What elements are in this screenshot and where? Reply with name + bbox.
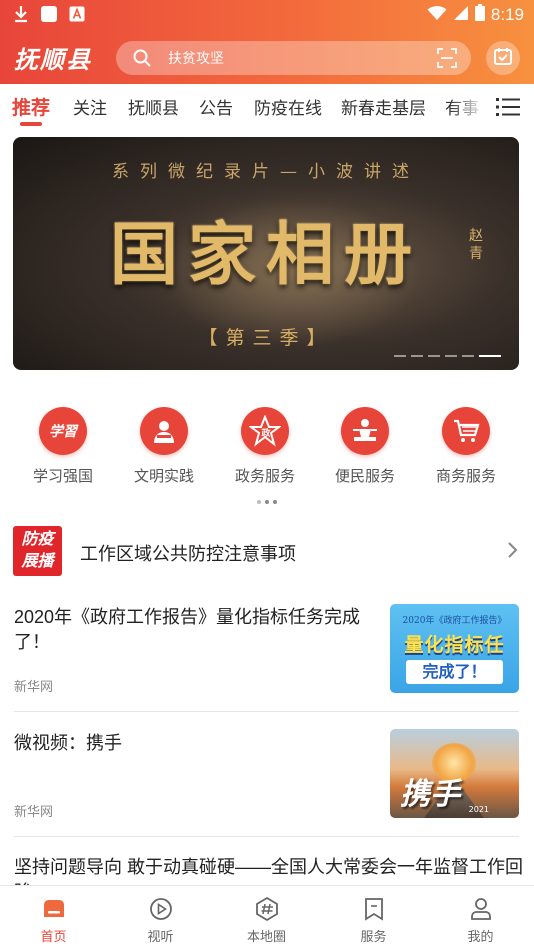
banner-subtitle: 系列微纪录片—小波讲述: [112, 162, 420, 182]
pager-dot-active: [265, 500, 269, 504]
service-label: 便民服务: [334, 468, 395, 485]
hashtag-icon: [254, 896, 280, 922]
pager-dot: [257, 500, 261, 504]
nav-local-circle[interactable]: 本地圈: [213, 896, 320, 945]
service-civilization[interactable]: 文明实践: [114, 400, 214, 486]
nav-label: 视听: [147, 929, 174, 944]
pager-dot-active: [273, 500, 277, 504]
calendar-check-icon: [493, 46, 513, 70]
tab-fade-overlay: [450, 84, 490, 132]
quick-services: 学習 学习强国 文明实践 政 政务服务 便民服务 商务服务: [0, 400, 534, 500]
banner-dot: [462, 355, 474, 357]
tab-recommend[interactable]: 推荐: [12, 93, 50, 120]
chevron-right-icon: [506, 540, 520, 560]
tab-follow[interactable]: 关注: [73, 94, 107, 119]
nav-label: 首页: [40, 929, 67, 944]
news-item[interactable]: 坚持问题导向 敢于动真碰硬——全国人大常委会一年监督工作回眸: [0, 855, 534, 885]
nav-label: 本地圈: [246, 929, 286, 944]
search-placeholder: 扶贫攻坚: [168, 51, 224, 67]
banner-dot: [445, 355, 457, 357]
app-notification-icon: [40, 5, 58, 23]
calendar-button[interactable]: [486, 41, 520, 75]
news-thumbnail: 2020年《政府工作报告》 量化指标任务 完成了！: [390, 604, 519, 693]
banner-dot: [428, 355, 440, 357]
service-label: 政务服务: [234, 468, 295, 485]
banner-dot-active: [479, 355, 501, 357]
battery-icon: [474, 4, 485, 25]
scan-icon[interactable]: [437, 48, 457, 68]
government-star-icon: 政: [241, 407, 289, 455]
news-item[interactable]: 微视频：携手 新华网 携手 2021: [0, 728, 534, 836]
banner-season: 【第三季】: [198, 327, 334, 349]
a-notification-icon: [68, 5, 86, 23]
news-title: 微视频：携手: [14, 733, 122, 753]
divider: [14, 836, 519, 837]
epidemic-notice-row[interactable]: 防疫 展播 工作区域公共防控注意事项: [0, 522, 534, 582]
thumb-caption-box: 完成了！: [406, 660, 503, 684]
banner-pager: [394, 355, 501, 357]
svg-text:政: 政: [261, 427, 271, 439]
play-icon: [148, 896, 174, 922]
home-icon: [41, 896, 67, 922]
news-item[interactable]: 2020年《政府工作报告》量化指标任务完成了！ 新华网 2020年《政府工作报告…: [0, 603, 534, 711]
banner-carousel[interactable]: 系列微纪录片—小波讲述 国家相册 【第三季】 赵青: [13, 137, 519, 370]
bottom-navigation: 首页 视听 本地圈 服务 我的: [0, 885, 534, 950]
channel-menu-icon[interactable]: [496, 96, 520, 118]
news-source: 新华网: [14, 679, 54, 694]
convenience-icon: [341, 407, 389, 455]
nav-label: 服务: [360, 929, 387, 944]
tab-spring-grassroots[interactable]: 新春走基层: [341, 94, 426, 119]
wifi-icon: [427, 5, 447, 25]
banner-title: 国家相册: [109, 215, 422, 295]
news-title: 2020年《政府工作报告》量化指标任务完成了！: [14, 607, 361, 652]
service-label: 商务服务: [435, 468, 496, 485]
signal-icon: [453, 5, 469, 25]
bookmark-icon: [361, 896, 387, 922]
service-commerce[interactable]: 商务服务: [416, 400, 516, 486]
status-bar: 8:19: [0, 0, 534, 28]
banner-dot: [394, 355, 406, 357]
xuexi-icon: 学習: [39, 407, 87, 455]
news-source: 新华网: [14, 804, 54, 819]
nav-home[interactable]: 首页: [0, 896, 107, 945]
notice-text: 工作区域公共防控注意事项: [80, 544, 296, 564]
nav-mine[interactable]: 我的: [427, 896, 534, 945]
banner-signature: 赵青: [469, 228, 483, 262]
search-bar[interactable]: 扶贫攻坚: [116, 41, 471, 75]
banner-dot: [411, 355, 423, 357]
nav-label: 我的: [467, 929, 494, 944]
badge-line1: 防疫: [21, 529, 54, 548]
nav-audiovisual[interactable]: 视听: [107, 896, 214, 945]
service-government[interactable]: 政 政务服务: [215, 400, 315, 486]
nav-services[interactable]: 服务: [320, 896, 427, 945]
search-icon: [132, 48, 152, 68]
service-convenience[interactable]: 便民服务: [315, 400, 415, 486]
tab-announcement[interactable]: 公告: [199, 94, 233, 119]
epidemic-broadcast-badge: 防疫 展播: [13, 526, 62, 576]
shopping-cart-icon: [442, 407, 490, 455]
civilization-icon: [140, 407, 188, 455]
tab-fushun-county[interactable]: 抚顺县: [128, 94, 179, 119]
download-icon: [12, 5, 30, 23]
news-title: 坚持问题导向 敢于动真碰硬——全国人大常委会一年监督工作回眸: [14, 857, 523, 885]
status-time: 8:19: [490, 4, 524, 24]
app-header: 8:19 抚顺县 扶贫攻坚: [0, 0, 534, 84]
news-thumbnail: 携手 2021: [390, 729, 519, 818]
thumb-caption-main: 携手: [400, 777, 460, 812]
user-icon: [468, 896, 494, 922]
services-pager: [0, 500, 534, 504]
svg-text:学習: 学習: [49, 423, 79, 440]
badge-line2: 展播: [21, 551, 54, 570]
channel-tabs: 推荐 关注 抚顺县 公告 防疫在线 新春走基层 有事: [0, 84, 534, 132]
tab-epidemic-online[interactable]: 防疫在线: [254, 94, 322, 119]
thumb-caption-year: 2021: [468, 805, 489, 814]
app-logo: 抚顺县: [14, 45, 92, 74]
service-label: 文明实践: [133, 468, 194, 485]
thumb-caption-top: 2020年《政府工作报告》: [402, 616, 507, 626]
active-tab-indicator: [20, 122, 42, 126]
service-label: 学习强国: [32, 468, 93, 485]
service-xuexi[interactable]: 学習 学习强国: [13, 400, 113, 486]
divider: [14, 711, 519, 712]
